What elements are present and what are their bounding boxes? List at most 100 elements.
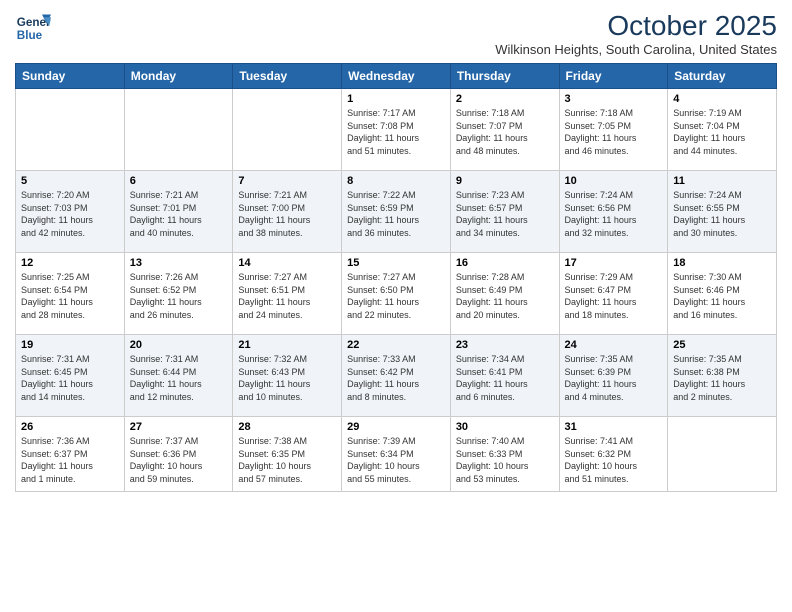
calendar-cell: 5 Sunrise: 7:20 AMSunset: 7:03 PMDaylight… — [16, 171, 125, 253]
svg-text:Blue: Blue — [17, 29, 43, 42]
calendar-cell: 20 Sunrise: 7:31 AMSunset: 6:44 PMDayligh… — [124, 335, 233, 417]
calendar-header-thursday: Thursday — [450, 64, 559, 89]
calendar-cell: 21Sunrise: 7:32 AMSunset: 6:43 PMDayligh… — [233, 335, 342, 417]
day-info: Sunrise: 7:34 AMSunset: 6:41 PMDaylight:… — [456, 353, 554, 403]
day-number: 17 — [565, 257, 663, 269]
day-number: 29 — [347, 421, 445, 433]
day-number: 26 — [21, 421, 119, 433]
day-number: 19 — [21, 339, 119, 351]
day-number: 2 — [456, 93, 554, 105]
day-info: Sunrise: 7:33 AMSunset: 6:42 PMDaylight:… — [347, 353, 445, 403]
day-info: Sunrise: 7:35 AMSunset: 6:39 PMDaylight:… — [565, 353, 663, 403]
day-info: Sunrise: 7:17 AMSunset: 7:08 PMDaylight:… — [347, 107, 445, 157]
day-info: Sunrise: 7:38 AMSunset: 6:35 PMDaylight:… — [238, 435, 336, 485]
calendar-cell: 4 Sunrise: 7:19 AMSunset: 7:04 PMDaylight… — [668, 89, 777, 171]
calendar-cell: 7 Sunrise: 7:21 AMSunset: 7:00 PMDaylight… — [233, 171, 342, 253]
day-info: Sunrise: 7:18 AMSunset: 7:05 PMDaylight:… — [565, 107, 663, 157]
day-number: 15 — [347, 257, 445, 269]
calendar-cell: 27Sunrise: 7:37 AMSunset: 6:36 PMDayligh… — [124, 417, 233, 492]
day-info: Sunrise: 7:20 AMSunset: 7:03 PMDaylight:… — [21, 189, 119, 239]
calendar-cell: 8Sunrise: 7:22 AMSunset: 6:59 PMDaylight… — [342, 171, 451, 253]
day-info: Sunrise: 7:23 AMSunset: 6:57 PMDaylight:… — [456, 189, 554, 239]
day-number: 30 — [456, 421, 554, 433]
day-number: 28 — [238, 421, 336, 433]
header: General Blue October 2025 Wilkinson Heig… — [15, 10, 777, 57]
calendar-cell: 15Sunrise: 7:27 AMSunset: 6:50 PMDayligh… — [342, 253, 451, 335]
day-number: 23 — [456, 339, 554, 351]
calendar-cell: 12Sunrise: 7:25 AMSunset: 6:54 PMDayligh… — [16, 253, 125, 335]
day-number: 4 — [673, 93, 771, 105]
day-number: 3 — [565, 93, 663, 105]
location-subtitle: Wilkinson Heights, South Carolina, Unite… — [495, 42, 777, 57]
calendar-cell: 16 Sunrise: 7:28 AMSunset: 6:49 PMDayligh… — [450, 253, 559, 335]
calendar-week-row: 19Sunrise: 7:31 AMSunset: 6:45 PMDayligh… — [16, 335, 777, 417]
calendar-cell: 18Sunrise: 7:30 AMSunset: 6:46 PMDayligh… — [668, 253, 777, 335]
day-info: Sunrise: 7:24 AMSunset: 6:56 PMDaylight:… — [565, 189, 663, 239]
calendar-cell — [668, 417, 777, 492]
day-number: 5 — [21, 175, 119, 187]
day-number: 22 — [347, 339, 445, 351]
day-info: Sunrise: 7:30 AMSunset: 6:46 PMDaylight:… — [673, 271, 771, 321]
calendar-header-friday: Friday — [559, 64, 668, 89]
calendar-header-wednesday: Wednesday — [342, 64, 451, 89]
day-info: Sunrise: 7:31 AMSunset: 6:44 PMDaylight:… — [130, 353, 228, 403]
day-info: Sunrise: 7:19 AMSunset: 7:04 PMDaylight:… — [673, 107, 771, 157]
month-title: October 2025 — [495, 10, 777, 42]
calendar-cell: 10Sunrise: 7:24 AMSunset: 6:56 PMDayligh… — [559, 171, 668, 253]
calendar-cell: 22 Sunrise: 7:33 AMSunset: 6:42 PMDayligh… — [342, 335, 451, 417]
day-number: 24 — [565, 339, 663, 351]
calendar-week-row: 5 Sunrise: 7:20 AMSunset: 7:03 PMDaylight… — [16, 171, 777, 253]
day-info: Sunrise: 7:32 AMSunset: 6:43 PMDaylight:… — [238, 353, 336, 403]
day-info: Sunrise: 7:28 AMSunset: 6:49 PMDaylight:… — [456, 271, 554, 321]
day-number: 6 — [130, 175, 228, 187]
title-block: October 2025 Wilkinson Heights, South Ca… — [495, 10, 777, 57]
calendar-cell: 26 Sunrise: 7:36 AMSunset: 6:37 PMDayligh… — [16, 417, 125, 492]
day-number: 16 — [456, 257, 554, 269]
day-info: Sunrise: 7:29 AMSunset: 6:47 PMDaylight:… — [565, 271, 663, 321]
day-info: Sunrise: 7:25 AMSunset: 6:54 PMDaylight:… — [21, 271, 119, 321]
day-number: 9 — [456, 175, 554, 187]
calendar-header-tuesday: Tuesday — [233, 64, 342, 89]
day-info: Sunrise: 7:27 AMSunset: 6:51 PMDaylight:… — [238, 271, 336, 321]
day-info: Sunrise: 7:26 AMSunset: 6:52 PMDaylight:… — [130, 271, 228, 321]
day-info: Sunrise: 7:41 AMSunset: 6:32 PMDaylight:… — [565, 435, 663, 485]
calendar-header-sunday: Sunday — [16, 64, 125, 89]
calendar-cell: 14Sunrise: 7:27 AMSunset: 6:51 PMDayligh… — [233, 253, 342, 335]
day-number: 13 — [130, 257, 228, 269]
logo: General Blue — [15, 10, 51, 46]
calendar-week-row: 1Sunrise: 7:17 AMSunset: 7:08 PMDaylight… — [16, 89, 777, 171]
calendar-cell: 31 Sunrise: 7:41 AMSunset: 6:32 PMDayligh… — [559, 417, 668, 492]
day-number: 31 — [565, 421, 663, 433]
day-info: Sunrise: 7:36 AMSunset: 6:37 PMDaylight:… — [21, 435, 119, 485]
calendar-cell — [233, 89, 342, 171]
day-number: 7 — [238, 175, 336, 187]
calendar-table: SundayMondayTuesdayWednesdayThursdayFrid… — [15, 63, 777, 492]
day-number: 20 — [130, 339, 228, 351]
calendar-cell: 24 Sunrise: 7:35 AMSunset: 6:39 PMDayligh… — [559, 335, 668, 417]
calendar-cell: 3 Sunrise: 7:18 AMSunset: 7:05 PMDaylight… — [559, 89, 668, 171]
day-info: Sunrise: 7:39 AMSunset: 6:34 PMDaylight:… — [347, 435, 445, 485]
calendar-cell — [16, 89, 125, 171]
calendar-cell — [124, 89, 233, 171]
day-info: Sunrise: 7:24 AMSunset: 6:55 PMDaylight:… — [673, 189, 771, 239]
calendar-cell: 9 Sunrise: 7:23 AMSunset: 6:57 PMDaylight… — [450, 171, 559, 253]
day-info: Sunrise: 7:21 AMSunset: 7:01 PMDaylight:… — [130, 189, 228, 239]
calendar-header-monday: Monday — [124, 64, 233, 89]
day-info: Sunrise: 7:22 AMSunset: 6:59 PMDaylight:… — [347, 189, 445, 239]
day-info: Sunrise: 7:40 AMSunset: 6:33 PMDaylight:… — [456, 435, 554, 485]
day-number: 25 — [673, 339, 771, 351]
page: General Blue October 2025 Wilkinson Heig… — [0, 0, 792, 612]
day-info: Sunrise: 7:21 AMSunset: 7:00 PMDaylight:… — [238, 189, 336, 239]
calendar-week-row: 26 Sunrise: 7:36 AMSunset: 6:37 PMDayligh… — [16, 417, 777, 492]
calendar-cell: 1Sunrise: 7:17 AMSunset: 7:08 PMDaylight… — [342, 89, 451, 171]
calendar-cell: 2Sunrise: 7:18 AMSunset: 7:07 PMDaylight… — [450, 89, 559, 171]
calendar-cell: 6 Sunrise: 7:21 AMSunset: 7:01 PMDaylight… — [124, 171, 233, 253]
calendar-cell: 13 Sunrise: 7:26 AMSunset: 6:52 PMDayligh… — [124, 253, 233, 335]
calendar-cell: 17 Sunrise: 7:29 AMSunset: 6:47 PMDayligh… — [559, 253, 668, 335]
day-number: 11 — [673, 175, 771, 187]
calendar-cell: 30 Sunrise: 7:40 AMSunset: 6:33 PMDayligh… — [450, 417, 559, 492]
day-number: 27 — [130, 421, 228, 433]
calendar-header-row: SundayMondayTuesdayWednesdayThursdayFrid… — [16, 64, 777, 89]
calendar-cell: 23 Sunrise: 7:34 AMSunset: 6:41 PMDayligh… — [450, 335, 559, 417]
calendar-cell: 11 Sunrise: 7:24 AMSunset: 6:55 PMDayligh… — [668, 171, 777, 253]
